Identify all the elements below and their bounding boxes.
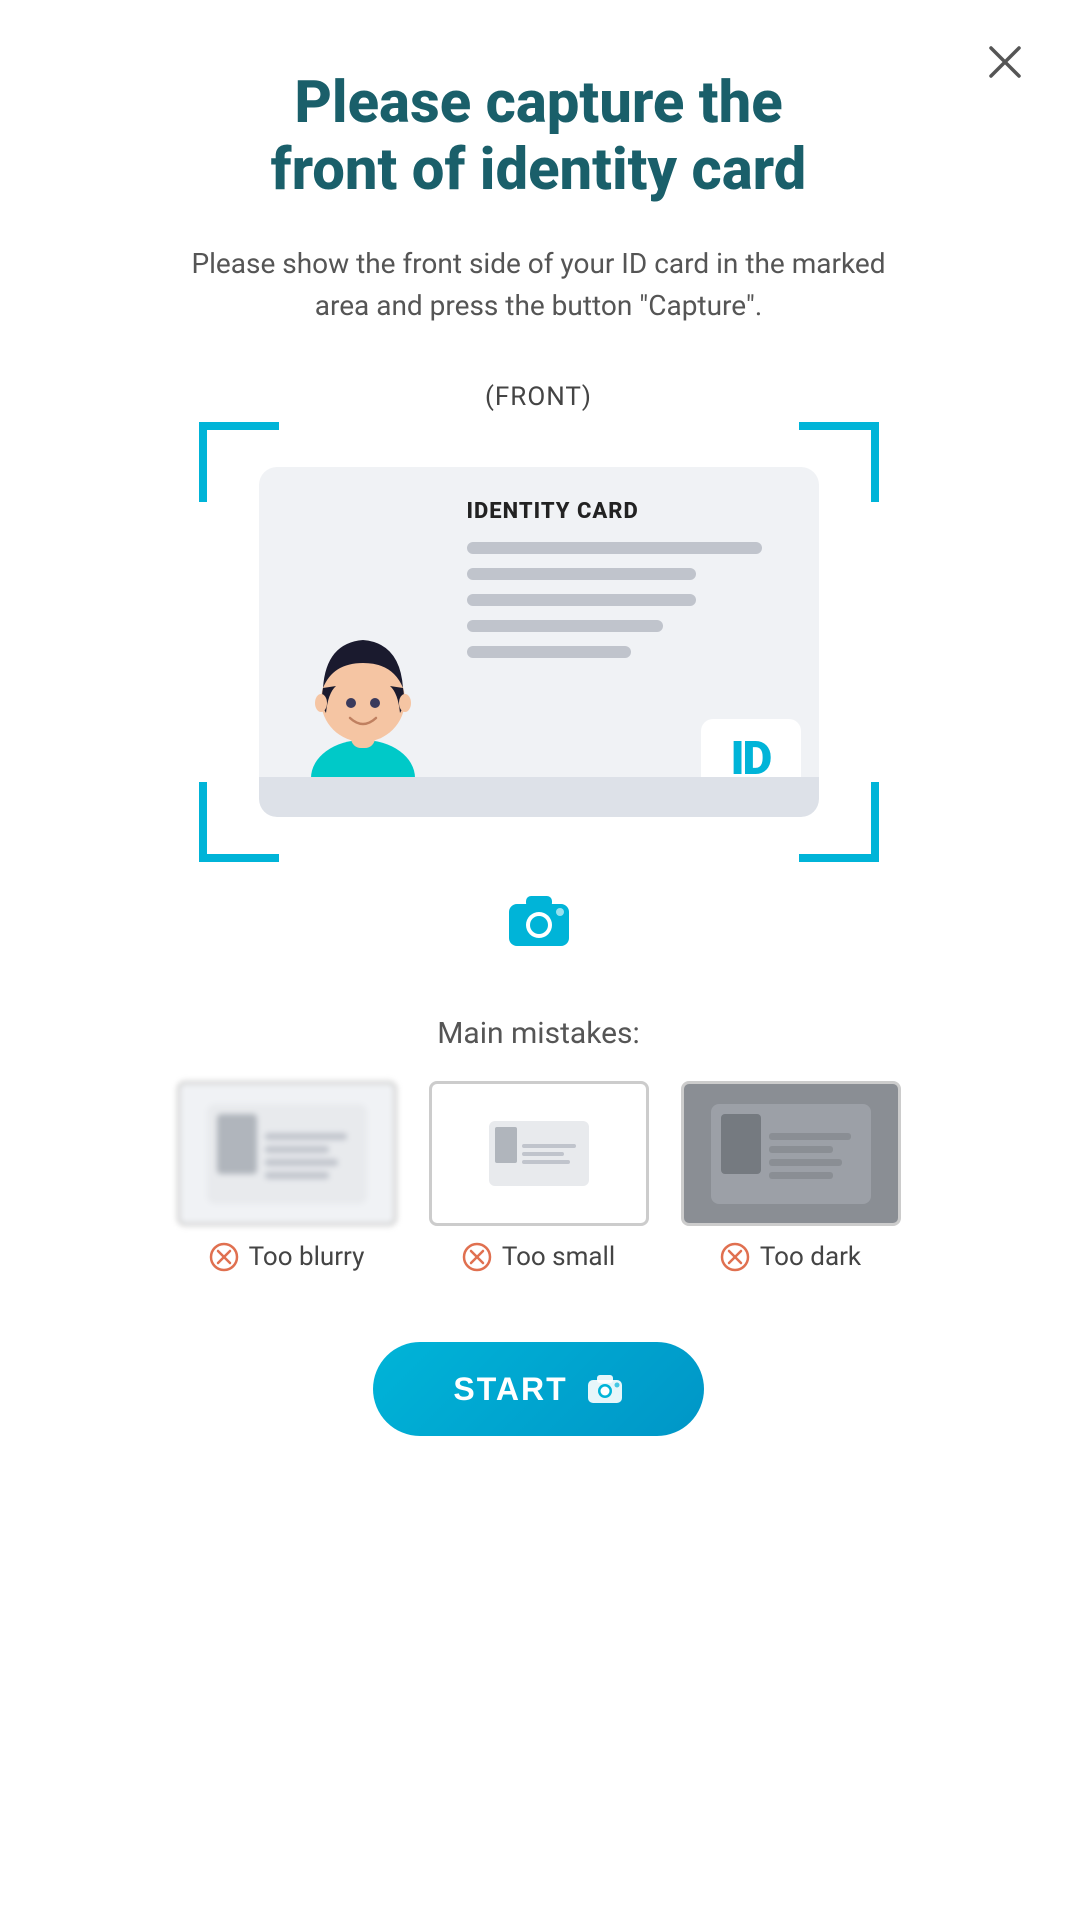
small-card-inner (489, 1121, 589, 1186)
close-icon (987, 44, 1023, 80)
card-photo-area (283, 491, 443, 793)
small-mini-lines (522, 1127, 583, 1180)
mistake-item-small: Too small (429, 1081, 649, 1272)
mistakes-section: Main mistakes: (139, 1016, 939, 1272)
frame-wrapper: IDENTITY CARD ID (199, 422, 879, 862)
mistakes-grid: Too blurry (139, 1081, 939, 1272)
id-card-illustration: IDENTITY CARD ID (259, 467, 819, 817)
info-line-1 (467, 542, 762, 554)
mistake-item-blurry: Too blurry (177, 1081, 397, 1272)
card-bottom-strip (259, 777, 819, 817)
info-line-3 (467, 594, 697, 606)
info-line-4 (467, 620, 664, 632)
subtitle-text: Please show the front side of your ID ca… (189, 243, 889, 327)
mistake-image-blurry (177, 1081, 397, 1226)
mistake-label-blurry: Too blurry (209, 1242, 365, 1272)
page-container: Please capture the front of identity car… (0, 0, 1077, 1907)
mini-card-dark (711, 1104, 871, 1204)
error-icon-dark (720, 1242, 750, 1272)
person-illustration (298, 618, 428, 793)
capture-area: (FRONT) (199, 382, 879, 956)
start-button-label: START (453, 1371, 567, 1408)
mistake-item-dark: Too dark (681, 1081, 901, 1272)
mistakes-title: Main mistakes: (437, 1016, 640, 1051)
mini-photo-dark (721, 1114, 761, 1174)
mistake-image-dark (681, 1081, 901, 1226)
start-camera-icon (586, 1370, 624, 1408)
camera-icon (504, 886, 574, 956)
info-line-5 (467, 646, 631, 658)
mini-lines-blurry (265, 1114, 357, 1194)
error-icon-blurry (209, 1242, 239, 1272)
front-label: (FRONT) (485, 382, 592, 412)
mini-card-blurry (207, 1104, 367, 1204)
mistake-label-small: Too small (462, 1242, 615, 1272)
camera-icon-wrapper (504, 886, 574, 956)
card-title: IDENTITY CARD (467, 499, 795, 524)
mini-lines-dark (769, 1114, 861, 1194)
mistake-image-small (429, 1081, 649, 1226)
mistake-label-dark: Too dark (720, 1242, 861, 1272)
mini-photo-blurry (217, 1114, 257, 1174)
info-line-2 (467, 568, 697, 580)
error-icon-small (462, 1242, 492, 1272)
start-button[interactable]: START (373, 1342, 703, 1436)
small-mini-photo (495, 1127, 517, 1163)
close-button[interactable] (983, 40, 1027, 84)
page-title: Please capture the front of identity car… (271, 70, 807, 203)
